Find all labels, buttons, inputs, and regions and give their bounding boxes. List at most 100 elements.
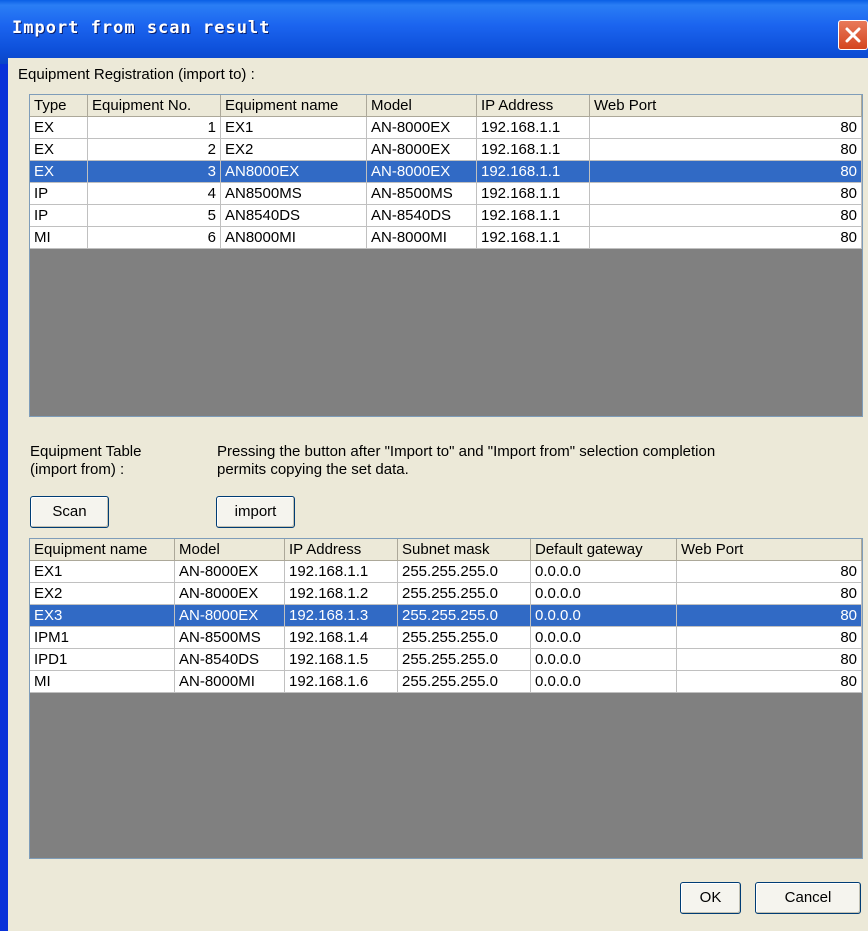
cell-ip: 192.168.1.2 bbox=[285, 583, 398, 605]
cell-mask: 255.255.255.0 bbox=[398, 649, 531, 671]
equipment-table-label-line1: Equipment Table bbox=[30, 443, 142, 460]
cell-name: AN8000MI bbox=[221, 227, 367, 249]
cell-ip: 192.168.1.1 bbox=[477, 139, 590, 161]
column-header-mask[interactable]: Subnet mask bbox=[398, 539, 531, 561]
cell-ip: 192.168.1.1 bbox=[477, 183, 590, 205]
dialog-window: Import from scan result Equipment Regist… bbox=[0, 0, 868, 931]
cell-model: AN-8000EX bbox=[367, 117, 477, 139]
cell-mask: 255.255.255.0 bbox=[398, 671, 531, 693]
cell-model: AN-8500MS bbox=[175, 627, 285, 649]
column-header-ip[interactable]: IP Address bbox=[285, 539, 398, 561]
cell-port: 80 bbox=[677, 605, 862, 627]
cell-ip: 192.168.1.1 bbox=[477, 161, 590, 183]
cell-ip: 192.168.1.1 bbox=[477, 227, 590, 249]
column-header-name[interactable]: Equipment name bbox=[221, 95, 367, 117]
cell-type: EX bbox=[30, 161, 88, 183]
cell-port: 80 bbox=[590, 117, 862, 139]
cell-name: AN8000EX bbox=[221, 161, 367, 183]
cancel-button[interactable]: Cancel bbox=[755, 882, 861, 914]
cell-gw: 0.0.0.0 bbox=[531, 605, 677, 627]
column-header-type[interactable]: Type bbox=[30, 95, 88, 117]
cell-port: 80 bbox=[677, 627, 862, 649]
cell-name: EX1 bbox=[221, 117, 367, 139]
cell-type: IP bbox=[30, 205, 88, 227]
cell-mask: 255.255.255.0 bbox=[398, 561, 531, 583]
column-header-port[interactable]: Web Port bbox=[677, 539, 862, 561]
cell-no: 1 bbox=[88, 117, 221, 139]
column-header-model[interactable]: Model bbox=[367, 95, 477, 117]
cell-model: AN-8000EX bbox=[175, 561, 285, 583]
cell-mask: 255.255.255.0 bbox=[398, 605, 531, 627]
cell-no: 2 bbox=[88, 139, 221, 161]
cell-model: AN-8000MI bbox=[367, 227, 477, 249]
cell-name: IPD1 bbox=[30, 649, 175, 671]
cell-no: 5 bbox=[88, 205, 221, 227]
cell-type: MI bbox=[30, 227, 88, 249]
cell-gw: 0.0.0.0 bbox=[531, 649, 677, 671]
cell-type: EX bbox=[30, 117, 88, 139]
cell-port: 80 bbox=[677, 583, 862, 605]
cell-no: 4 bbox=[88, 183, 221, 205]
cell-name: AN8540DS bbox=[221, 205, 367, 227]
cell-type: IP bbox=[30, 183, 88, 205]
column-header-name[interactable]: Equipment name bbox=[30, 539, 175, 561]
cell-port: 80 bbox=[590, 139, 862, 161]
cell-port: 80 bbox=[590, 227, 862, 249]
cell-model: AN-8000EX bbox=[175, 605, 285, 627]
cell-name: EX2 bbox=[30, 583, 175, 605]
cell-model: AN-8540DS bbox=[175, 649, 285, 671]
cell-gw: 0.0.0.0 bbox=[531, 671, 677, 693]
cell-model: AN-8000MI bbox=[175, 671, 285, 693]
cell-mask: 255.255.255.0 bbox=[398, 583, 531, 605]
window-title: Import from scan result bbox=[12, 18, 271, 38]
cell-ip: 192.168.1.1 bbox=[477, 117, 590, 139]
cell-port: 80 bbox=[590, 183, 862, 205]
cell-ip: 192.168.1.4 bbox=[285, 627, 398, 649]
close-icon bbox=[845, 27, 861, 43]
cell-mask: 255.255.255.0 bbox=[398, 627, 531, 649]
dialog-client: Equipment Registration (import to) : Typ… bbox=[8, 58, 868, 931]
cell-name: EX3 bbox=[30, 605, 175, 627]
title-bar[interactable]: Import from scan result bbox=[0, 0, 868, 64]
cell-gw: 0.0.0.0 bbox=[531, 561, 677, 583]
cell-no: 6 bbox=[88, 227, 221, 249]
cell-ip: 192.168.1.1 bbox=[285, 561, 398, 583]
column-header-port[interactable]: Web Port bbox=[590, 95, 862, 117]
cell-model: AN-8000EX bbox=[175, 583, 285, 605]
cell-model: AN-8000EX bbox=[367, 161, 477, 183]
cell-port: 80 bbox=[590, 205, 862, 227]
cell-gw: 0.0.0.0 bbox=[531, 627, 677, 649]
equipment-table[interactable]: Equipment name Model IP Address Subnet mask… bbox=[29, 538, 863, 859]
cell-no: 3 bbox=[88, 161, 221, 183]
cell-name: MI bbox=[30, 671, 175, 693]
column-header-no[interactable]: Equipment No. bbox=[88, 95, 221, 117]
scan-button[interactable]: Scan bbox=[30, 496, 109, 528]
cell-model: AN-8540DS bbox=[367, 205, 477, 227]
instruction-text-line2: permits copying the set data. bbox=[217, 461, 409, 478]
column-header-model[interactable]: Model bbox=[175, 539, 285, 561]
cell-name: EX1 bbox=[30, 561, 175, 583]
cell-model: AN-8000EX bbox=[367, 139, 477, 161]
cell-name: EX2 bbox=[221, 139, 367, 161]
instruction-text-line1: Pressing the button after "Import to" an… bbox=[217, 443, 716, 460]
import-button[interactable]: import bbox=[216, 496, 295, 528]
cell-name: IPM1 bbox=[30, 627, 175, 649]
cell-type: EX bbox=[30, 139, 88, 161]
cell-ip: 192.168.1.3 bbox=[285, 605, 398, 627]
column-header-gw[interactable]: Default gateway bbox=[531, 539, 677, 561]
cell-ip: 192.168.1.1 bbox=[477, 205, 590, 227]
registration-label: Equipment Registration (import to) : bbox=[18, 66, 255, 83]
ok-button[interactable]: OK bbox=[680, 882, 741, 914]
equipment-table-label-line2: (import from) : bbox=[30, 461, 125, 478]
cell-port: 80 bbox=[677, 561, 862, 583]
cell-port: 80 bbox=[677, 649, 862, 671]
cell-gw: 0.0.0.0 bbox=[531, 583, 677, 605]
cell-ip: 192.168.1.5 bbox=[285, 649, 398, 671]
column-header-ip[interactable]: IP Address bbox=[477, 95, 590, 117]
cell-port: 80 bbox=[590, 161, 862, 183]
close-button[interactable] bbox=[838, 20, 868, 50]
registration-table[interactable]: Type Equipment No. Equipment name Model IP A… bbox=[29, 94, 863, 417]
cell-ip: 192.168.1.6 bbox=[285, 671, 398, 693]
cell-port: 80 bbox=[677, 671, 862, 693]
cell-name: AN8500MS bbox=[221, 183, 367, 205]
